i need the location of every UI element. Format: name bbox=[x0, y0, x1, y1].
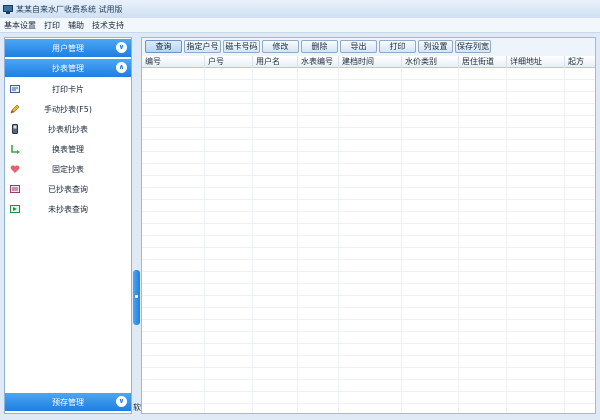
list-arrow-icon bbox=[10, 204, 20, 214]
column-divider bbox=[564, 68, 565, 413]
chevron-up-icon[interactable]: ∧ bbox=[116, 62, 127, 73]
sidebar: 用户管理 ∨ 抄表管理 ∧ 打印卡片 手动抄表(F5) 抄表机抄表 换表管理 固… bbox=[4, 37, 132, 414]
column-divider bbox=[204, 68, 205, 413]
app-icon bbox=[3, 4, 13, 14]
column-divider bbox=[338, 68, 339, 413]
sidebar-item-meter-replacement[interactable]: 换表管理 bbox=[5, 139, 131, 159]
chevron-down-icon[interactable]: ∨ bbox=[116, 396, 127, 407]
menu-assist[interactable]: 辅助 bbox=[68, 20, 84, 31]
handheld-device-icon bbox=[10, 124, 20, 134]
grip-icon bbox=[135, 295, 138, 298]
export-button[interactable]: 导出 bbox=[340, 40, 377, 53]
sidebar-group-label: 抄表管理 bbox=[52, 63, 84, 73]
column-header-price-category[interactable]: 水价类别 bbox=[402, 56, 459, 68]
splitter-handle[interactable] bbox=[133, 270, 140, 325]
sidebar-group-label: 预存管理 bbox=[52, 397, 84, 407]
splitter[interactable] bbox=[133, 37, 140, 414]
window-title: 某某自来水厂收费系统 试用版 bbox=[16, 4, 123, 14]
column-header-created-time[interactable]: 建档时间 bbox=[339, 56, 402, 68]
column-header-address[interactable]: 详细地址 bbox=[507, 56, 565, 68]
sidebar-group-meter-reading[interactable]: 抄表管理 ∧ bbox=[5, 59, 131, 77]
pencil-icon bbox=[10, 104, 20, 114]
list-check-icon bbox=[10, 184, 20, 194]
delete-button[interactable]: 删除 bbox=[301, 40, 338, 53]
sidebar-item-label: 已抄表查询 bbox=[48, 184, 88, 194]
main-content: 查询 指定户号 磁卡号码 修改 删除 导出 打印 列设置 保存列宽 编号 户号 … bbox=[141, 37, 596, 414]
column-divider bbox=[506, 68, 507, 413]
heart-icon bbox=[10, 164, 20, 174]
menu-print[interactable]: 打印 bbox=[44, 20, 60, 31]
sidebar-item-label: 未抄表查询 bbox=[48, 204, 88, 214]
title-bar: 某某自来水厂收费系统 试用版 bbox=[0, 0, 600, 18]
column-divider bbox=[252, 68, 253, 413]
column-header-start-reading[interactable]: 起方 bbox=[565, 56, 595, 68]
save-column-width-button[interactable]: 保存列宽 bbox=[455, 40, 491, 53]
swap-icon bbox=[10, 144, 20, 154]
sidebar-group-prepaid-management[interactable]: 预存管理 ∨ bbox=[5, 393, 131, 411]
sidebar-item-label: 打印卡片 bbox=[52, 84, 84, 94]
sidebar-item-read-query[interactable]: 已抄表查询 bbox=[5, 179, 131, 199]
menu-tech-support[interactable]: 技术支持 bbox=[92, 20, 124, 31]
column-header-meter-number[interactable]: 水表编号 bbox=[298, 56, 339, 68]
column-divider bbox=[458, 68, 459, 413]
column-header-username[interactable]: 用户名 bbox=[253, 56, 298, 68]
sidebar-item-print-card[interactable]: 打印卡片 bbox=[5, 79, 131, 99]
grid-header: 编号 户号 用户名 水表编号 建档时间 水价类别 居住街道 详细地址 起方 bbox=[142, 56, 595, 68]
edit-button[interactable]: 修改 bbox=[262, 40, 299, 53]
specify-account-button[interactable]: 指定户号 bbox=[184, 40, 221, 53]
sidebar-item-device-reading[interactable]: 抄表机抄表 bbox=[5, 119, 131, 139]
column-header-account[interactable]: 户号 bbox=[205, 56, 253, 68]
column-divider bbox=[297, 68, 298, 413]
chevron-down-icon[interactable]: ∨ bbox=[116, 42, 127, 53]
sidebar-item-label: 手动抄表(F5) bbox=[44, 104, 92, 114]
sidebar-item-label: 抄表机抄表 bbox=[48, 124, 88, 134]
toolbar: 查询 指定户号 磁卡号码 修改 删除 导出 打印 列设置 保存列宽 bbox=[142, 38, 595, 56]
column-header-street[interactable]: 居住街道 bbox=[459, 56, 507, 68]
magnetic-card-button[interactable]: 磁卡号码 bbox=[223, 40, 260, 53]
sidebar-item-label: 固定抄表 bbox=[52, 164, 84, 174]
card-icon bbox=[10, 84, 20, 94]
column-divider bbox=[401, 68, 402, 413]
sidebar-item-unread-query[interactable]: 未抄表查询 bbox=[5, 199, 131, 219]
splitter-label: 软 bbox=[133, 403, 141, 412]
column-header-id[interactable]: 编号 bbox=[142, 56, 205, 68]
sidebar-item-manual-reading[interactable]: 手动抄表(F5) bbox=[5, 99, 131, 119]
menu-basic-settings[interactable]: 基本设置 bbox=[4, 20, 36, 31]
grid-body[interactable] bbox=[142, 68, 595, 413]
print-button[interactable]: 打印 bbox=[379, 40, 416, 53]
sidebar-item-label: 换表管理 bbox=[52, 144, 84, 154]
query-button[interactable]: 查询 bbox=[145, 40, 182, 53]
sidebar-item-fixed-reading[interactable]: 固定抄表 bbox=[5, 159, 131, 179]
sidebar-group-user-management[interactable]: 用户管理 ∨ bbox=[5, 39, 131, 57]
sidebar-group-label: 用户管理 bbox=[52, 43, 84, 53]
column-settings-button[interactable]: 列设置 bbox=[418, 40, 453, 53]
menu-bar: 基本设置 打印 辅助 技术支持 bbox=[0, 18, 600, 33]
